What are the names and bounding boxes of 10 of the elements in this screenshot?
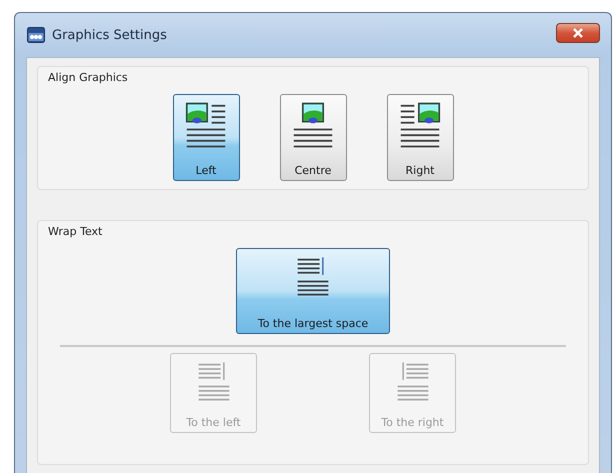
window-title: Graphics Settings [52, 28, 168, 42]
option-button[interactable]: Centre [280, 94, 346, 181]
close-button[interactable] [556, 23, 600, 43]
group-title: Align Graphics [48, 71, 129, 84]
option-button[interactable]: Right [386, 94, 454, 181]
option-button[interactable]: Left [172, 94, 240, 181]
group-title: Wrap Text [48, 225, 104, 238]
option-button[interactable]: To the largest space [236, 248, 390, 334]
close-icon [572, 28, 584, 38]
app-icon [27, 27, 45, 43]
